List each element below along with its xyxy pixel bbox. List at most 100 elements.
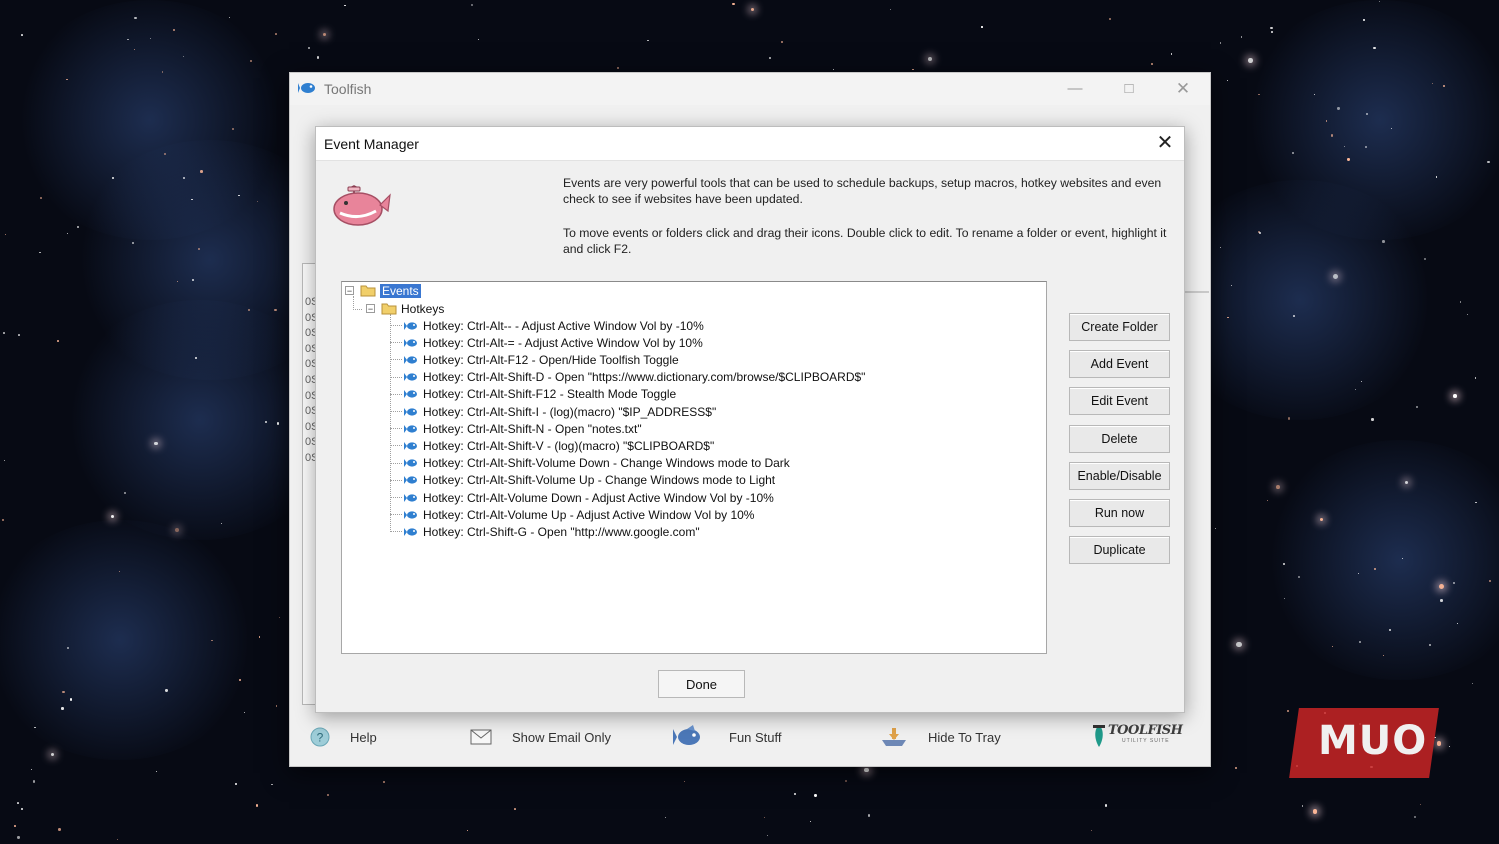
tree-connector	[390, 479, 402, 481]
star	[1436, 741, 1442, 746]
help-button[interactable]: ? Help	[310, 725, 377, 749]
tree-event-item[interactable]: Hotkey: Ctrl-Alt-Shift-Volume Down - Cha…	[404, 455, 790, 472]
tree-root-events[interactable]: − Events	[345, 282, 421, 299]
add-event-button[interactable]: Add Event	[1069, 350, 1170, 378]
star	[234, 783, 237, 786]
fun-stuff-button[interactable]: Fun Stuff	[673, 725, 782, 749]
hide-to-tray-label: Hide To Tray	[928, 729, 1001, 745]
tree-event-item[interactable]: Hotkey: Ctrl-Alt-Shift-V - (log)(macro) …	[404, 437, 714, 454]
tree-event-item[interactable]: Hotkey: Ctrl-Shift-G - Open "http://www.…	[404, 523, 700, 540]
events-tree[interactable]: − Events − Hotkeys Hotkey: Ctrl-Alt-- - …	[341, 281, 1047, 654]
main-titlebar[interactable]: Toolfish — □ ✕	[290, 73, 1210, 105]
star	[1475, 501, 1477, 504]
tree-event-item[interactable]: Hotkey: Ctrl-Alt-Shift-Volume Up - Chang…	[404, 472, 775, 489]
event-fish-icon	[404, 355, 417, 364]
tree-event-item[interactable]: Hotkey: Ctrl-Alt-Shift-I - (log)(macro) …	[404, 403, 716, 420]
star	[155, 770, 158, 773]
star	[18, 334, 20, 336]
tree-root-label: Events	[380, 283, 421, 298]
tree-event-item[interactable]: Hotkey: Ctrl-Alt-Volume Down - Adjust Ac…	[404, 489, 774, 506]
brand-subtext: UTILITY SUITE	[1122, 738, 1170, 744]
tree-event-label: Hotkey: Ctrl-Alt-Shift-Volume Down - Cha…	[423, 456, 790, 471]
tree-event-item[interactable]: Hotkey: Ctrl-Alt-Volume Up - Adjust Acti…	[404, 506, 754, 523]
tree-event-item[interactable]: Hotkey: Ctrl-Alt-Shift-D - Open "https:/…	[404, 369, 865, 386]
star	[1270, 27, 1273, 30]
star	[307, 46, 310, 49]
edit-event-button[interactable]: Edit Event	[1069, 387, 1170, 415]
nebula-glow	[1260, 440, 1499, 680]
star	[17, 802, 19, 804]
tree-event-item[interactable]: Hotkey: Ctrl-Alt-Shift-F12 - Stealth Mod…	[404, 386, 676, 403]
tree-event-label: Hotkey: Ctrl-Alt-Shift-F12 - Stealth Mod…	[423, 387, 677, 402]
done-button[interactable]: Done	[658, 670, 745, 698]
close-icon[interactable]: ✕	[1152, 131, 1178, 155]
collapse-expander[interactable]: −	[366, 304, 375, 314]
event-manager-dialog: Event Manager ✕ Events are very powerful…	[315, 126, 1185, 713]
event-fish-icon	[404, 493, 417, 502]
star	[255, 804, 259, 807]
star	[110, 514, 115, 519]
star	[383, 780, 386, 783]
star	[647, 39, 649, 42]
svg-text:?: ?	[317, 731, 324, 745]
tree-event-item[interactable]: Hotkey: Ctrl-Alt-F12 - Open/Hide Toolfis…	[404, 351, 679, 368]
star	[32, 780, 36, 783]
close-icon[interactable]: ✕	[1168, 77, 1198, 101]
description: Events are very powerful tools that can …	[563, 175, 1175, 275]
create-folder-button[interactable]: Create Folder	[1069, 313, 1170, 341]
star	[116, 838, 119, 841]
star	[766, 834, 769, 836]
star	[981, 26, 983, 28]
star	[198, 248, 200, 250]
star	[1363, 19, 1365, 21]
star	[809, 820, 812, 823]
star	[1240, 35, 1243, 38]
run-now-button[interactable]: Run now	[1069, 499, 1170, 527]
whale-icon	[333, 185, 391, 226]
tree-connector	[390, 411, 402, 412]
hide-to-tray-button[interactable]: Hide To Tray	[880, 725, 1001, 749]
fun-fish-icon	[673, 725, 700, 745]
star	[732, 2, 735, 5]
tree-connector	[390, 314, 391, 532]
tree-event-item[interactable]: Hotkey: Ctrl-Alt-= - Adjust Active Windo…	[404, 334, 703, 351]
fish-logo-icon	[298, 83, 315, 93]
star	[20, 808, 23, 811]
main-window-title: Toolfish	[324, 81, 372, 97]
tree-connector	[390, 376, 402, 378]
tree-event-item[interactable]: Hotkey: Ctrl-Alt-Shift-N - Open "notes.t…	[404, 420, 642, 437]
star	[1413, 816, 1416, 819]
enable-disable-button[interactable]: Enable/Disable	[1069, 462, 1170, 490]
star	[1333, 273, 1339, 279]
star	[814, 794, 817, 797]
star	[1276, 485, 1281, 490]
minimize-icon[interactable]: —	[1060, 77, 1090, 101]
tree-event-item[interactable]: Hotkey: Ctrl-Alt-- - Adjust Active Windo…	[404, 317, 704, 334]
star	[38, 251, 41, 254]
star	[1236, 641, 1242, 648]
show-email-only-button[interactable]: Show Email Only	[470, 725, 611, 749]
tree-connector	[390, 497, 402, 498]
delete-button[interactable]: Delete	[1069, 425, 1170, 453]
help-icon: ?	[310, 727, 330, 747]
star	[344, 4, 346, 7]
star	[1291, 151, 1294, 154]
event-fish-icon	[404, 407, 417, 416]
star	[1312, 808, 1318, 814]
maximize-icon[interactable]: □	[1114, 77, 1144, 101]
tree-connector	[390, 514, 402, 516]
collapse-expander[interactable]: −	[345, 286, 354, 296]
star	[149, 37, 151, 39]
star	[844, 780, 847, 783]
description-paragraph-1: Events are very powerful tools that can …	[563, 176, 1162, 206]
dialog-titlebar[interactable]: Event Manager ✕	[316, 127, 1184, 161]
tree-event-label: Hotkey: Ctrl-Alt-Shift-Volume Up - Chang…	[423, 473, 776, 488]
star	[616, 66, 619, 69]
duplicate-button[interactable]: Duplicate	[1069, 536, 1170, 564]
star	[200, 170, 203, 173]
tree-event-label: Hotkey: Ctrl-Alt-Shift-V - (log)(macro) …	[423, 438, 715, 453]
tree-event-label: Hotkey: Ctrl-Alt-Shift-D - Open "https:/…	[423, 370, 866, 385]
tree-folder-hotkeys[interactable]: − Hotkeys	[366, 300, 444, 317]
star	[1302, 805, 1304, 807]
star	[1170, 52, 1173, 55]
